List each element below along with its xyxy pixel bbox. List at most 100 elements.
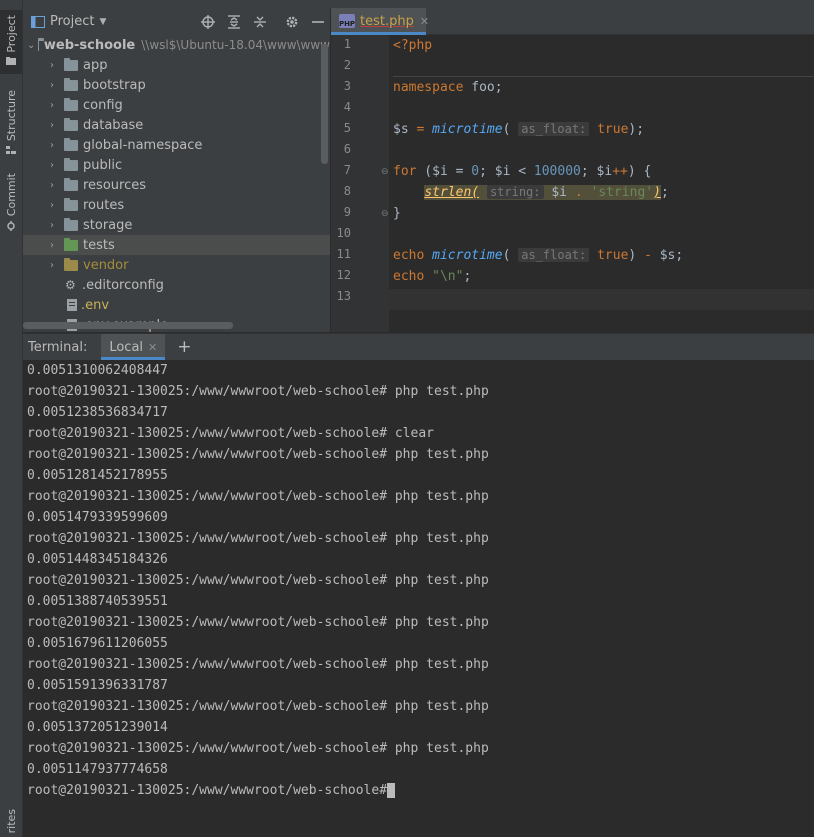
folder-icon <box>64 57 78 71</box>
folder-icon <box>6 56 16 65</box>
php-file-icon: PHP <box>339 14 355 28</box>
line-number: 8 <box>343 184 351 198</box>
project-panel: Project ▼ ⌄ web-schoole \\wsl$\Ubuntu-18… <box>23 8 330 332</box>
tree-item-editorconfig[interactable]: ⚙ .editorconfig <box>23 275 330 295</box>
chevron-right-icon[interactable]: › <box>45 180 59 191</box>
chevron-right-icon[interactable]: › <box>45 240 59 251</box>
gear-icon: ⚙ <box>65 278 76 292</box>
chevron-down-icon[interactable]: ⌄ <box>27 40 35 51</box>
folder-icon <box>64 97 78 111</box>
locate-icon[interactable] <box>200 14 216 30</box>
tree-item-bootstrap[interactable]: › bootstrap <box>23 75 330 95</box>
tree-item-global-namespace[interactable]: › global-namespace <box>23 135 330 155</box>
favorites-tool-label: rites <box>4 809 18 834</box>
chevron-right-icon[interactable]: › <box>45 160 59 171</box>
terminal-line: 0.0051591396331787 <box>27 678 168 693</box>
tree-item-routes[interactable]: › routes <box>23 195 330 215</box>
code-line-3[interactable]: namespace foo; <box>393 77 814 98</box>
terminal-tab-label: Local <box>109 339 144 355</box>
structure-tool-label: Structure <box>4 90 18 142</box>
code-var: $i <box>543 185 567 200</box>
tree-item-label: public <box>83 157 123 173</box>
tree-item-database[interactable]: › database <box>23 115 330 135</box>
code-line-1[interactable]: <?php <box>393 35 814 56</box>
code-line-8[interactable]: strlen( string: $i . 'string'); <box>393 182 814 203</box>
line-number: 2 <box>343 58 351 72</box>
code-function: microtime <box>432 248 503 263</box>
terminal-label: Terminal: <box>28 339 88 355</box>
keyword: echo <box>393 269 425 284</box>
project-vertical-scrollbar[interactable] <box>321 44 328 164</box>
tree-item-config[interactable]: › config <box>23 95 330 115</box>
terminal-line: root@20190321-130025:/www/wwwroot/web-sc… <box>27 573 489 588</box>
warning-highlight: strlen( string: $i . 'string') <box>424 185 661 200</box>
terminal-prompt: root@20190321-130025:/www/wwwroot/web-sc… <box>27 783 388 798</box>
fold-marker-icon[interactable]: ⊖ <box>381 167 389 177</box>
chevron-right-icon[interactable]: › <box>45 260 59 271</box>
code-number: 0 <box>471 164 480 179</box>
folder-icon <box>64 117 78 131</box>
project-tool-tab[interactable]: Project <box>0 10 22 74</box>
code-string: "\n" <box>424 269 464 284</box>
project-tool-label: Project <box>4 15 18 53</box>
editor-tab-test-php[interactable]: PHP test.php ✕ <box>331 8 429 35</box>
terminal-line: root@20190321-130025:/www/wwwroot/web-sc… <box>27 699 489 714</box>
project-view-selector[interactable]: Project ▼ <box>31 14 106 29</box>
favorites-tool-tab[interactable]: rites <box>0 806 22 837</box>
tree-item-label: tests <box>83 237 115 253</box>
folder-icon <box>64 217 78 231</box>
code-line-12[interactable]: echo "\n"; <box>393 266 814 287</box>
chevron-right-icon[interactable]: › <box>45 80 59 91</box>
project-horizontal-scrollbar[interactable] <box>23 322 233 329</box>
code-op: = <box>408 122 433 137</box>
terminal-line: root@20190321-130025:/www/wwwroot/web-sc… <box>27 384 489 399</box>
code-text: foo; <box>463 80 503 95</box>
terminal-line: 0.0051479339599609 <box>27 510 168 525</box>
terminal-header: Terminal: Local ✕ + <box>23 333 814 360</box>
terminal-tab-local[interactable]: Local ✕ <box>101 334 166 360</box>
gear-icon[interactable] <box>284 14 300 30</box>
tree-root[interactable]: ⌄ web-schoole \\wsl$\Ubuntu-18.04\www\ww… <box>23 35 330 55</box>
code-line-11[interactable]: echo microtime( as_float: true) - $s; <box>393 245 814 266</box>
add-terminal-icon[interactable]: + <box>177 337 191 357</box>
code-text: ; <box>660 185 669 200</box>
hide-panel-icon[interactable] <box>310 14 326 30</box>
line-number: 12 <box>336 268 351 282</box>
code-number: 100000 <box>533 164 581 179</box>
tree-item-label: config <box>83 97 123 113</box>
tree-item-label: global-namespace <box>83 137 203 153</box>
code-text: ; <box>463 269 472 284</box>
chevron-right-icon[interactable]: › <box>45 220 59 231</box>
code-line-7[interactable]: for ($i = 0; $i < 100000; $i++) { <box>393 161 814 182</box>
chevron-down-icon: ▼ <box>99 16 107 27</box>
close-icon[interactable]: ✕ <box>148 341 157 354</box>
fold-marker-icon[interactable]: ⊖ <box>381 209 389 219</box>
code-line-5[interactable]: $s = microtime( as_float: true); <box>393 119 814 140</box>
commit-tool-tab[interactable]: Commit <box>0 172 22 236</box>
tree-item-env[interactable]: .env <box>23 295 330 315</box>
code-line-9[interactable]: } <box>393 203 814 224</box>
collapse-all-icon[interactable] <box>252 14 268 30</box>
chevron-right-icon[interactable]: › <box>45 100 59 111</box>
tree-item-public[interactable]: › public <box>23 155 330 175</box>
line-number: 5 <box>343 121 351 135</box>
test-folder-icon <box>64 237 78 251</box>
tree-item-vendor[interactable]: › vendor <box>23 255 330 275</box>
chevron-right-icon[interactable]: › <box>45 120 59 131</box>
folder-icon <box>64 177 78 191</box>
chevron-right-icon[interactable]: › <box>45 200 59 211</box>
structure-tool-tab[interactable]: Structure <box>0 88 22 160</box>
editor-tab-bar: PHP test.php ✕ <box>331 8 814 35</box>
expand-all-icon[interactable] <box>226 14 242 30</box>
tree-item-storage[interactable]: › storage <box>23 215 330 235</box>
terminal-output[interactable]: 0.0051310062408447 root@20190321-130025:… <box>27 360 814 801</box>
tree-item-tests[interactable]: › tests <box>23 235 330 255</box>
terminal-line: root@20190321-130025:/www/wwwroot/web-sc… <box>27 489 489 504</box>
chevron-right-icon[interactable]: › <box>45 140 59 151</box>
tree-item-app[interactable]: › app <box>23 55 330 75</box>
chevron-right-icon[interactable]: › <box>45 60 59 71</box>
tree-item-resources[interactable]: › resources <box>23 175 330 195</box>
terminal-prompt-line[interactable]: root@20190321-130025:/www/wwwroot/web-sc… <box>27 780 814 801</box>
close-icon[interactable]: ✕ <box>420 15 429 28</box>
folder-icon <box>64 157 78 171</box>
